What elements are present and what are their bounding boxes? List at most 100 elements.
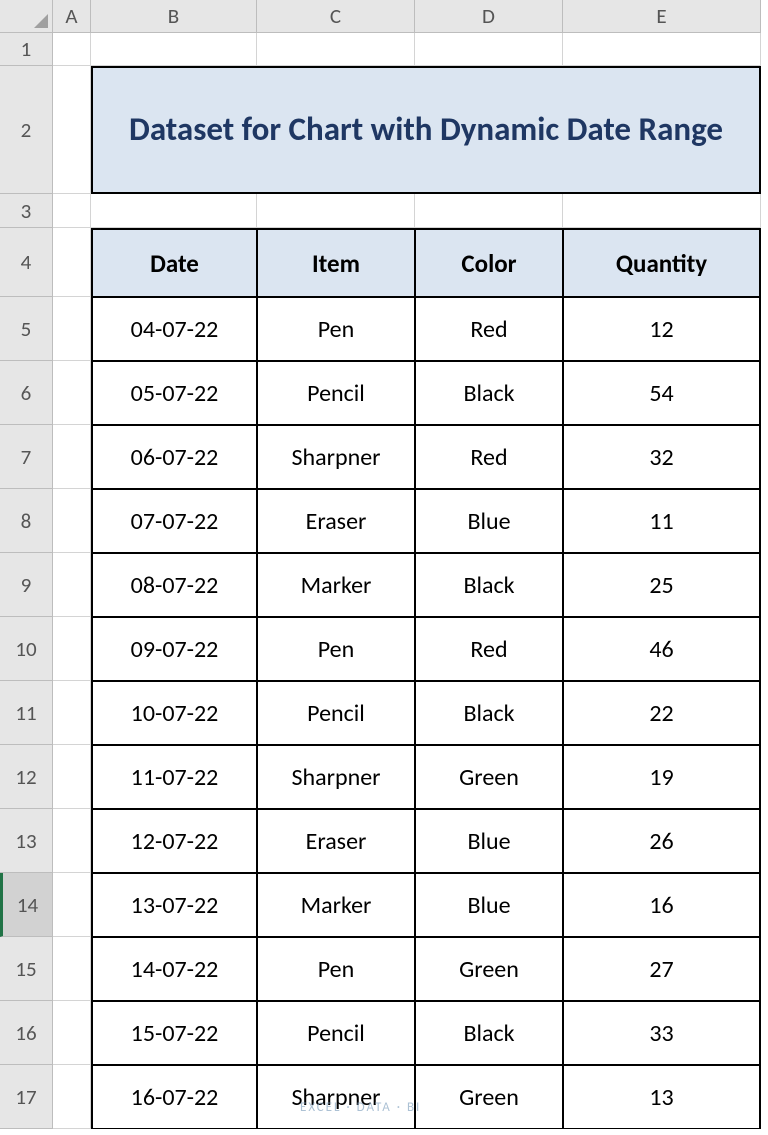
cell-date[interactable]: 15-07-22 [91,1001,257,1065]
cell-item[interactable]: Pencil [257,1001,415,1065]
cell-item[interactable]: Pencil [257,361,415,425]
table-header-color[interactable]: Color [415,228,563,297]
cell-quantity[interactable]: 22 [563,681,761,745]
cell-quantity[interactable]: 27 [563,937,761,1001]
row-header[interactable]: 3 [0,194,53,228]
row-header[interactable]: 6 [0,361,53,425]
col-header-c[interactable]: C [257,0,415,33]
cell-date[interactable]: 09-07-22 [91,617,257,681]
row-header[interactable]: 2 [0,66,53,194]
cell[interactable] [53,809,91,873]
cell-item[interactable]: Pen [257,297,415,361]
row-header[interactable]: 12 [0,745,53,809]
row-header[interactable]: 11 [0,681,53,745]
table-header-item[interactable]: Item [257,228,415,297]
cell-item[interactable]: Marker [257,873,415,937]
cell[interactable] [257,33,415,66]
cell[interactable] [53,1001,91,1065]
cell-item[interactable]: Sharpner [257,425,415,489]
col-header-a[interactable]: A [53,0,91,33]
cell[interactable] [53,425,91,489]
cell-date[interactable]: 05-07-22 [91,361,257,425]
cell[interactable] [563,33,761,66]
cell-color[interactable]: Green [415,745,563,809]
cell-date[interactable]: 06-07-22 [91,425,257,489]
cell-color[interactable]: Green [415,1065,563,1129]
row-header[interactable]: 16 [0,1001,53,1065]
cell-item[interactable]: Sharpner [257,745,415,809]
col-header-d[interactable]: D [415,0,563,33]
row-header[interactable]: 10 [0,617,53,681]
row-header[interactable]: 1 [0,33,53,66]
cell[interactable] [53,361,91,425]
cell[interactable] [53,553,91,617]
row-header[interactable]: 8 [0,489,53,553]
row-header[interactable]: 5 [0,297,53,361]
cell-quantity[interactable]: 12 [563,297,761,361]
cell[interactable] [53,937,91,1001]
title-cell[interactable]: Dataset for Chart with Dynamic Date Rang… [91,66,761,194]
cell-color[interactable]: Blue [415,873,563,937]
row-header[interactable]: 7 [0,425,53,489]
cell-quantity[interactable]: 54 [563,361,761,425]
row-header[interactable]: 17 [0,1065,53,1129]
cell-item[interactable]: Eraser [257,809,415,873]
cell-date[interactable]: 07-07-22 [91,489,257,553]
cell-quantity[interactable]: 13 [563,1065,761,1129]
cell-quantity[interactable]: 33 [563,1001,761,1065]
cell-quantity[interactable]: 11 [563,489,761,553]
cell[interactable] [415,33,563,66]
cell-quantity[interactable]: 16 [563,873,761,937]
cell-date[interactable]: 04-07-22 [91,297,257,361]
cell-color[interactable]: Red [415,617,563,681]
cell[interactable] [53,681,91,745]
cell[interactable] [53,33,91,66]
spreadsheet-grid[interactable]: A B C D E 1 2 Dataset for Chart with Dyn… [0,0,768,1129]
cell-color[interactable]: Black [415,1001,563,1065]
cell-item[interactable]: Pencil [257,681,415,745]
table-header-quantity[interactable]: Quantity [563,228,761,297]
cell-date[interactable]: 12-07-22 [91,809,257,873]
cell[interactable] [53,297,91,361]
cell[interactable] [563,194,761,228]
cell[interactable] [53,617,91,681]
cell[interactable] [53,228,91,297]
cell-color[interactable]: Black [415,361,563,425]
cell-item[interactable]: Marker [257,553,415,617]
cell[interactable] [53,745,91,809]
cell-date[interactable]: 08-07-22 [91,553,257,617]
table-header-date[interactable]: Date [91,228,257,297]
cell[interactable] [53,66,91,194]
cell-item[interactable]: Pen [257,617,415,681]
cell-color[interactable]: Blue [415,809,563,873]
row-header[interactable]: 13 [0,809,53,873]
cell[interactable] [53,489,91,553]
cell[interactable] [53,873,91,937]
row-header[interactable]: 15 [0,937,53,1001]
cell-item[interactable]: Pen [257,937,415,1001]
cell-item[interactable]: Eraser [257,489,415,553]
cell-date[interactable]: 16-07-22 [91,1065,257,1129]
cell-date[interactable]: 10-07-22 [91,681,257,745]
row-header[interactable]: 4 [0,228,53,297]
cell[interactable] [91,194,257,228]
cell-color[interactable]: Black [415,681,563,745]
cell[interactable] [415,194,563,228]
cell-quantity[interactable]: 32 [563,425,761,489]
cell-date[interactable]: 11-07-22 [91,745,257,809]
cell-date[interactable]: 14-07-22 [91,937,257,1001]
cell-date[interactable]: 13-07-22 [91,873,257,937]
cell[interactable] [91,33,257,66]
cell-color[interactable]: Green [415,937,563,1001]
cell-color[interactable]: Black [415,553,563,617]
cell-color[interactable]: Red [415,425,563,489]
row-header[interactable]: 9 [0,553,53,617]
cell-quantity[interactable]: 26 [563,809,761,873]
cell-quantity[interactable]: 25 [563,553,761,617]
cell-item[interactable]: Sharpner [257,1065,415,1129]
cell-color[interactable]: Red [415,297,563,361]
row-header[interactable]: 14 [0,873,53,937]
cell[interactable] [53,1065,91,1129]
select-all-corner[interactable] [0,0,53,33]
cell-quantity[interactable]: 19 [563,745,761,809]
